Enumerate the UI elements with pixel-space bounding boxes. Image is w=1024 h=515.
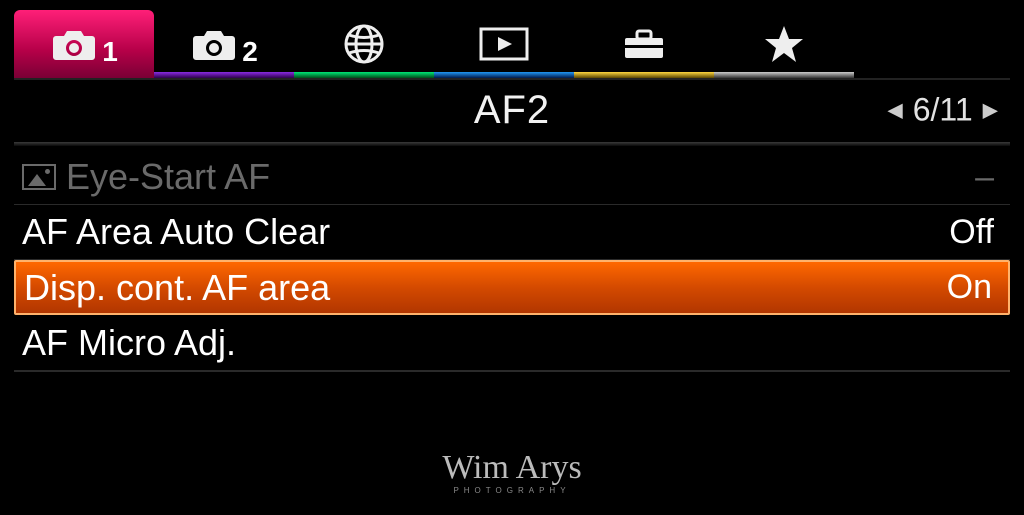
tab-favorites[interactable] bbox=[714, 10, 854, 78]
tab-network[interactable] bbox=[294, 10, 434, 78]
page-title: AF2 bbox=[474, 88, 550, 133]
play-icon bbox=[478, 26, 530, 62]
menu-value: – bbox=[975, 158, 994, 197]
menu-item-af-micro-adj[interactable]: AF Micro Adj. bbox=[14, 315, 1010, 370]
tab-toolbox[interactable] bbox=[574, 10, 714, 78]
pager-prev-icon[interactable]: ◀ bbox=[887, 98, 902, 123]
header-divider bbox=[14, 142, 1010, 146]
menu-label: Eye-Start AF bbox=[66, 156, 270, 198]
camera-icon bbox=[190, 26, 238, 62]
star-icon bbox=[762, 22, 806, 66]
menu-item-af-area-auto-clear[interactable]: AF Area Auto Clear Off bbox=[14, 205, 1010, 260]
menu-label: Disp. cont. AF area bbox=[24, 267, 330, 309]
menu-value: Off bbox=[949, 213, 994, 252]
page-pager: ◀ 6/11 ▶ bbox=[887, 92, 998, 129]
tab-badge-2: 2 bbox=[242, 36, 258, 68]
menu-bottom-divider bbox=[14, 370, 1010, 372]
settings-menu: Eye-Start AF – AF Area Auto Clear Off Di… bbox=[14, 150, 1010, 370]
menu-label: AF Area Auto Clear bbox=[22, 211, 330, 253]
camera-icon bbox=[50, 26, 98, 62]
menu-label: AF Micro Adj. bbox=[22, 322, 236, 364]
toolbox-icon bbox=[620, 26, 668, 62]
watermark-main: Wim Arys bbox=[442, 451, 581, 485]
globe-icon bbox=[342, 22, 386, 66]
watermark-sub: PHOTOGRAPHY bbox=[442, 487, 581, 495]
menu-item-disp-cont-af-area[interactable]: Disp. cont. AF area On bbox=[14, 260, 1010, 315]
tab-playback[interactable] bbox=[434, 10, 574, 78]
tab-camera-2[interactable]: 2 bbox=[154, 10, 294, 78]
menu-value: On bbox=[947, 268, 992, 307]
pager-next-icon[interactable]: ▶ bbox=[983, 98, 998, 123]
pager-text: 6/11 bbox=[913, 92, 973, 129]
tab-badge-1: 1 bbox=[102, 36, 118, 68]
tab-camera-1[interactable]: 1 bbox=[14, 10, 154, 78]
top-tabs: 1 2 bbox=[0, 0, 1024, 78]
watermark: Wim Arys PHOTOGRAPHY bbox=[442, 451, 581, 495]
menu-item-eye-start-af: Eye-Start AF – bbox=[14, 150, 1010, 205]
picture-icon bbox=[22, 164, 56, 190]
page-header: AF2 ◀ 6/11 ▶ bbox=[0, 80, 1024, 140]
